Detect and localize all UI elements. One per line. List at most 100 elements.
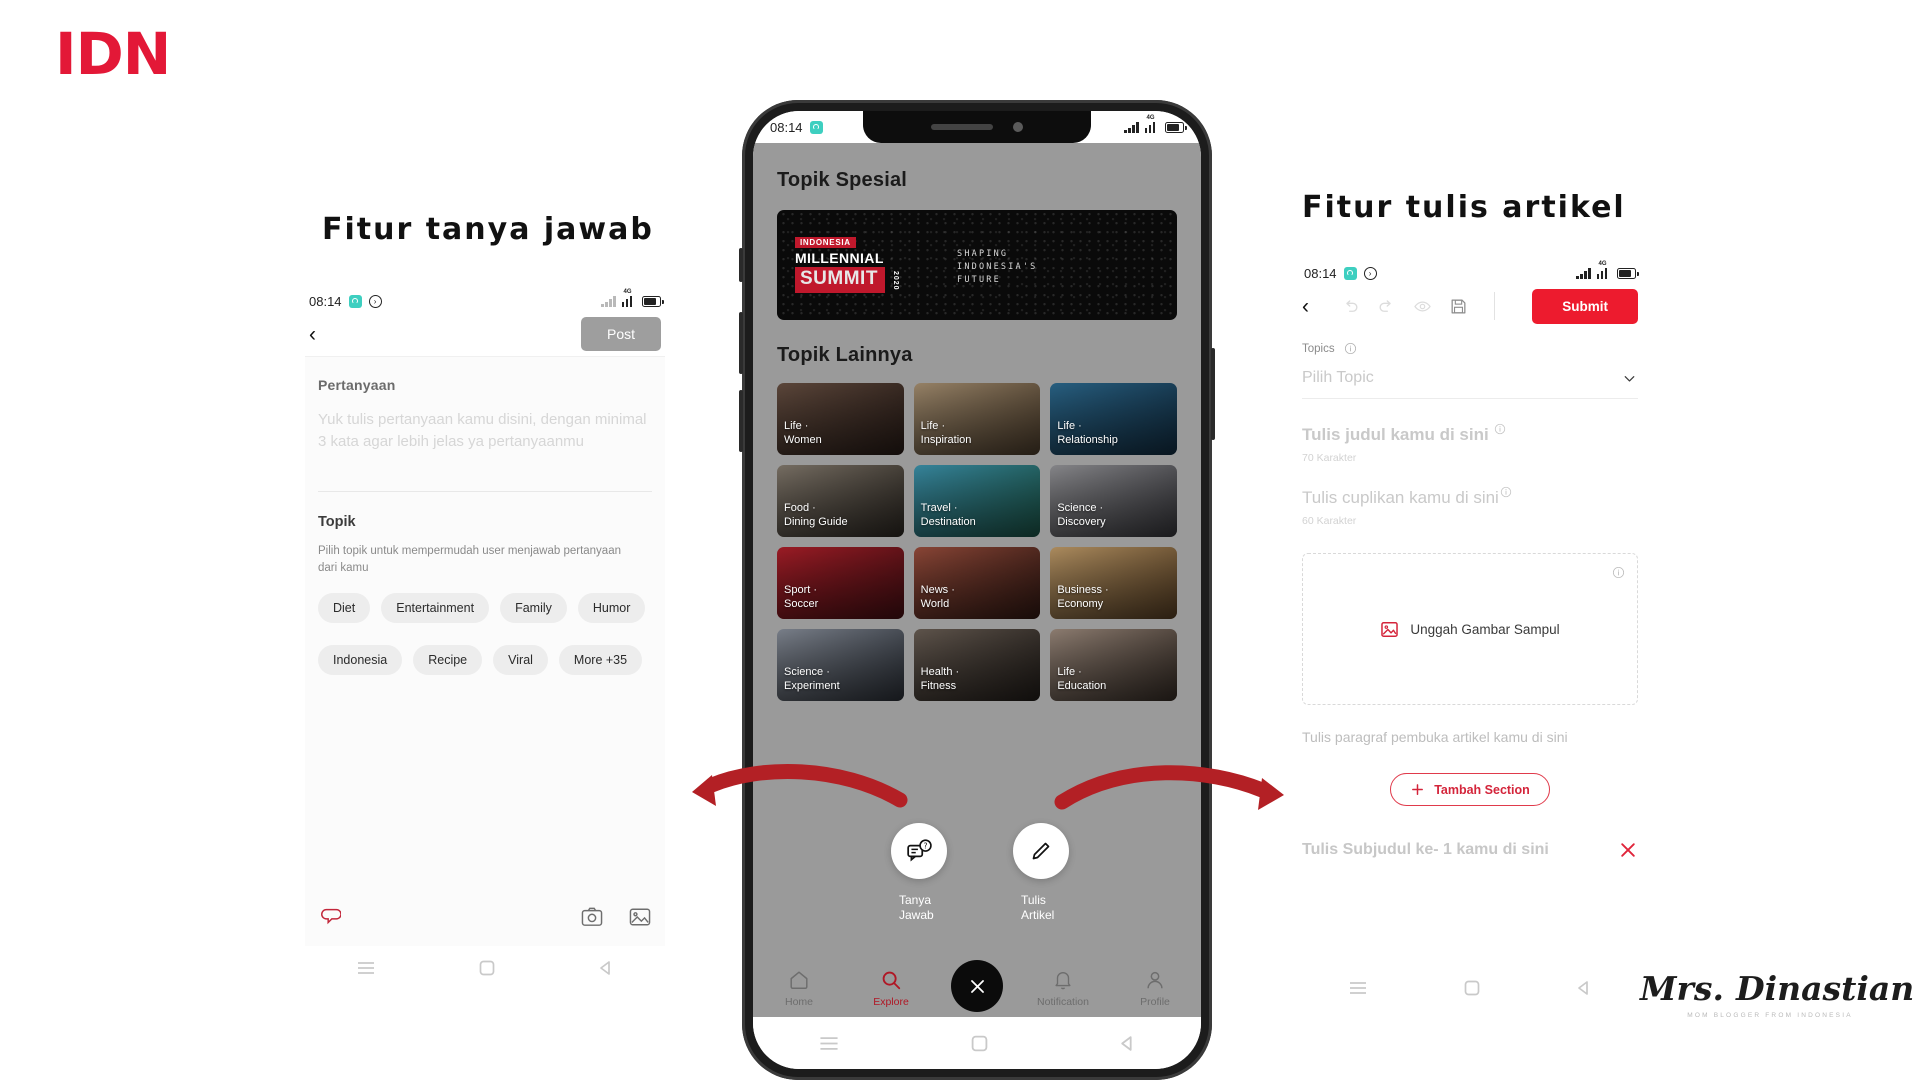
menu-icon[interactable] — [356, 961, 376, 975]
undo-icon[interactable] — [1341, 297, 1360, 316]
topic-tile[interactable]: Travel · Destination — [913, 465, 1041, 537]
tile-category: Life · — [1057, 665, 1082, 678]
home-square-icon[interactable] — [971, 1035, 988, 1052]
topic-tile[interactable]: Health · Fitness — [913, 629, 1041, 701]
phone-notch — [863, 111, 1091, 143]
tile-category: Business · — [1057, 583, 1109, 596]
back-triangle-icon[interactable] — [598, 960, 614, 976]
status-time: 08:14 — [309, 293, 342, 309]
left-phone-screen: 08:14 › 4G ‹ Post Pertanyaan Yuk tulis p… — [305, 289, 665, 990]
title-input[interactable]: Tulis judul kamu di sini — [1302, 425, 1489, 445]
topic-tile[interactable]: Sport · Soccer — [777, 547, 904, 619]
right-phone-screen: 08:14 › 4G ‹ Submit Topics Pilih Topic T… — [1300, 261, 1640, 1010]
battery-icon — [1165, 122, 1187, 133]
preview-eye-icon[interactable] — [1413, 297, 1432, 316]
play-circle-icon: › — [368, 294, 382, 308]
fab-tanya-jawab-label: Tanya Jawab — [899, 893, 934, 924]
cover-image-dropzone[interactable]: Unggah Gambar Sampul — [1302, 553, 1638, 705]
nav-item-profile[interactable]: Profile — [1123, 969, 1187, 1008]
home-square-icon[interactable] — [1464, 980, 1480, 996]
upload-label: Unggah Gambar Sampul — [1410, 621, 1560, 637]
topic-tile[interactable]: Life · Women — [777, 383, 904, 455]
watermark-tagline: MOM BLOGGER FROM INDONESIA — [1687, 1012, 1853, 1019]
phone-volume-up-button[interactable] — [739, 312, 743, 374]
status-right: 4G — [1576, 261, 1639, 279]
heading-tanya-jawab: Fitur tanya jawab — [322, 212, 654, 247]
home-square-icon[interactable] — [479, 960, 495, 976]
excerpt-input[interactable]: Tulis cuplikan kamu di sini — [1302, 488, 1499, 508]
topic-tile[interactable]: Science · Experiment — [777, 629, 904, 701]
info-icon[interactable] — [1612, 566, 1625, 579]
topic-chip[interactable]: Recipe — [413, 645, 483, 675]
chevron-down-icon — [1624, 375, 1635, 382]
gallery-icon[interactable] — [629, 907, 651, 927]
back-triangle-icon[interactable] — [1119, 1035, 1136, 1052]
topic-tile[interactable]: News · World — [913, 547, 1041, 619]
tile-category: Life · — [1057, 419, 1082, 432]
comment-icon[interactable] — [319, 906, 341, 928]
section-divider — [318, 490, 652, 492]
camera-icon[interactable] — [581, 907, 603, 927]
tile-category: Food · — [784, 501, 816, 514]
close-overlay-button[interactable] — [951, 960, 1003, 1012]
phone-mute-button[interactable] — [739, 248, 743, 282]
phone-bottom-nav: Home Explore Notification Profile — [753, 959, 1201, 1017]
topic-chip[interactable]: Entertainment — [381, 593, 490, 623]
left-android-nav — [305, 946, 665, 990]
remove-section-icon[interactable] — [1618, 840, 1638, 860]
millennial-summit-banner[interactable]: INDONESIA MILLENNIAL SUMMIT 2020 SHAPING… — [777, 210, 1177, 320]
phone-power-button[interactable] — [1211, 348, 1215, 440]
info-icon[interactable] — [1344, 342, 1357, 355]
topic-tile[interactable]: Business · Economy — [1050, 547, 1177, 619]
excerpt-char-note: 60 Karakter — [1302, 515, 1357, 527]
topic-chip[interactable]: Diet — [318, 593, 371, 623]
fab-tanya-jawab-button[interactable]: ? — [891, 823, 947, 879]
topic-chip[interactable]: Humor — [577, 593, 646, 623]
topic-tile[interactable]: Food · Dining Guide — [777, 465, 904, 537]
topic-tile[interactable]: Science · Discovery — [1050, 465, 1177, 537]
nav-item-notification[interactable]: Notification — [1031, 969, 1095, 1008]
submit-button[interactable]: Submit — [1532, 288, 1638, 324]
topic-tile[interactable]: Life · Education — [1050, 629, 1177, 701]
topic-chip[interactable]: Viral — [493, 645, 548, 675]
fab-tulis-artikel-button[interactable] — [1013, 823, 1069, 879]
post-button[interactable]: Post — [580, 317, 661, 351]
tile-label: Health · Fitness — [921, 665, 960, 694]
redo-icon[interactable] — [1377, 297, 1396, 316]
left-bottom-toolbar — [305, 896, 665, 938]
nav-item-explore[interactable]: Explore — [859, 969, 923, 1008]
title-field-row: Tulis judul kamu di sini — [1302, 423, 1638, 445]
back-button[interactable]: ‹ — [309, 324, 316, 345]
bell-icon — [1055, 971, 1071, 989]
heading-tulis-artikel: Fitur tulis artikel — [1302, 190, 1626, 225]
topic-chip[interactable]: Indonesia — [318, 645, 403, 675]
banner-line2: MILLENNIAL — [795, 250, 884, 266]
signal-bars-icon — [1124, 121, 1139, 133]
status-right: 4G — [601, 289, 664, 307]
title-char-note: 70 Karakter — [1302, 452, 1357, 464]
back-triangle-icon[interactable] — [1576, 980, 1592, 996]
add-section-button[interactable]: Tambah Section — [1390, 773, 1550, 806]
nav-item-home[interactable]: Home — [767, 969, 831, 1008]
status-left: 08:14 — [770, 120, 823, 135]
menu-icon[interactable] — [818, 1036, 840, 1051]
paragraph-input[interactable]: Tulis paragraf pembuka artikel kamu di s… — [1302, 729, 1638, 745]
subtitle-input[interactable]: Tulis Subjudul ke- 1 kamu di sini — [1302, 841, 1549, 859]
nav-label-profile: Profile — [1140, 995, 1170, 1008]
topic-chip[interactable]: More +35 — [558, 645, 643, 675]
question-section-label: Pertanyaan — [318, 377, 396, 393]
tile-subcategory: Women — [784, 434, 822, 447]
topic-select[interactable]: Pilih Topic — [1302, 369, 1638, 399]
save-disk-icon[interactable] — [1449, 297, 1468, 316]
tile-subcategory: Inspiration — [920, 434, 972, 447]
topic-tile[interactable]: Life · Relationship — [1050, 383, 1177, 455]
topic-tile[interactable]: Life · Inspiration — [913, 383, 1041, 455]
back-button[interactable]: ‹ — [1302, 296, 1309, 317]
info-icon[interactable] — [1500, 486, 1512, 498]
phone-volume-down-button[interactable] — [739, 390, 743, 452]
banner-tagline: SHAPING INDONESIA'S FUTURE — [957, 248, 1038, 288]
menu-icon[interactable] — [1348, 981, 1368, 995]
info-icon[interactable] — [1494, 423, 1506, 435]
question-input[interactable]: Yuk tulis pertanyaan kamu disini, dengan… — [318, 409, 648, 453]
topic-chip[interactable]: Family — [500, 593, 567, 623]
